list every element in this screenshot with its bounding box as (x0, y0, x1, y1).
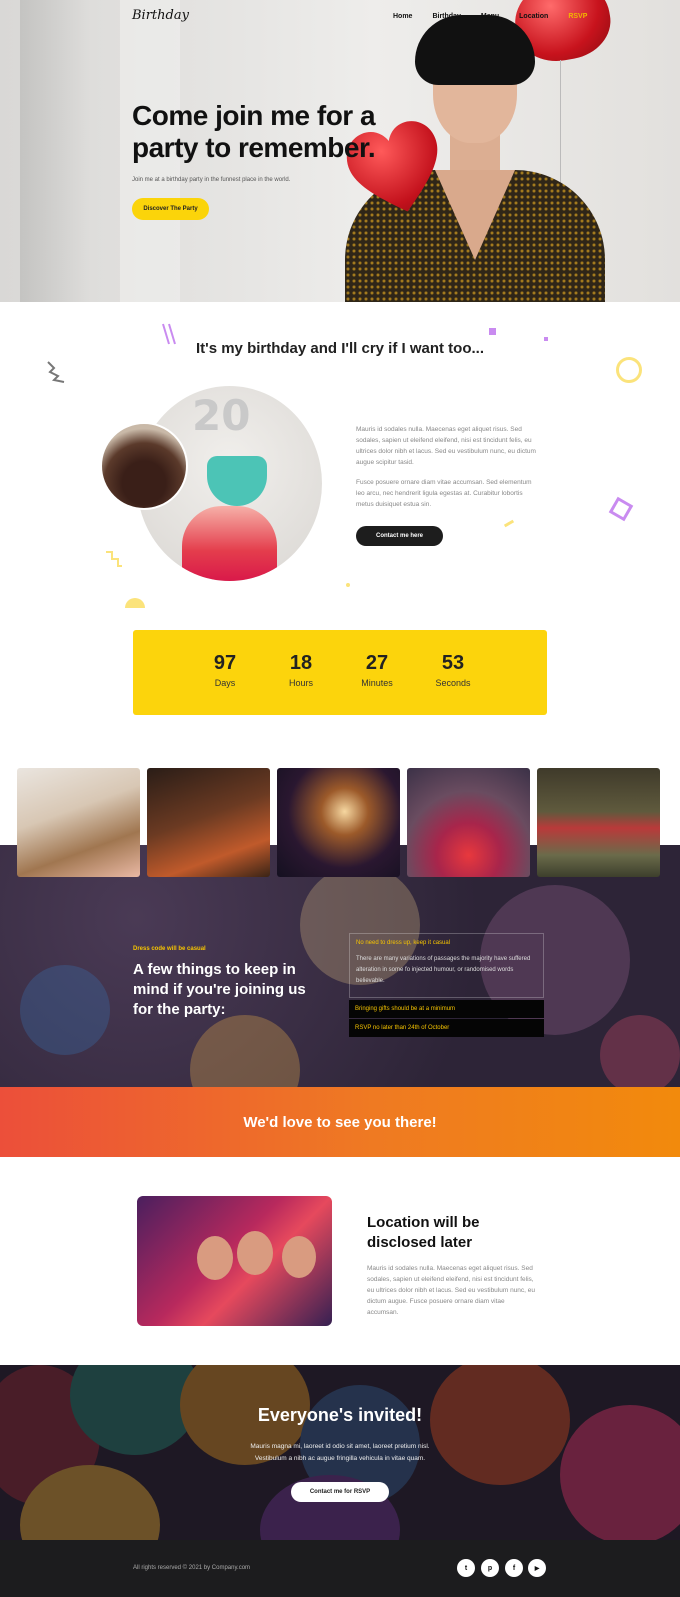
page: Birthday Home Birthday Menu Location RSV… (0, 0, 680, 1597)
countdown-label: Days (214, 678, 236, 688)
countdown-value: 18 (289, 652, 313, 674)
photo-dress-skirt (182, 506, 277, 581)
confetti-zigzag-icon (106, 551, 122, 567)
countdown-minutes: 27 Minutes (347, 652, 407, 688)
gallery-photo-sparkler-hand[interactable] (147, 768, 270, 877)
main-nav: Home Birthday Menu Location RSVP (393, 13, 607, 20)
footer: All rights reserved © 2021 by Company.co… (0, 1540, 680, 1597)
accordion-body: There are many variations of passages th… (356, 956, 531, 984)
things-section (0, 845, 680, 1087)
intro-paragraph-1: Mauris id sodales nulla. Maecenas eget a… (356, 426, 536, 466)
rsvp-button[interactable]: Contact me for RSVP (291, 1482, 389, 1502)
confetti-ring (616, 357, 642, 383)
invited-title: Everyone's invited! (257, 1405, 423, 1425)
countdown-label: Hours (288, 678, 313, 688)
nav-home[interactable]: Home (393, 13, 412, 20)
countdown-label: Seconds (435, 678, 471, 688)
nav-rsvp[interactable]: RSVP (568, 13, 587, 20)
confetti-diamond (608, 496, 634, 522)
accordion-title: No need to dress up, keep it casual (356, 940, 451, 946)
countdown-hours: 18 Hours (271, 652, 331, 688)
hero-section: Birthday Home Birthday Menu Location RSV… (0, 0, 680, 302)
copyright: All rights reserved © 2021 by Company.co… (133, 1565, 251, 1571)
confetti-dot (544, 337, 548, 341)
photo-face (237, 1231, 273, 1275)
countdown-label: Minutes (361, 678, 393, 688)
nav-menu[interactable]: Menu (481, 13, 499, 20)
discover-party-button[interactable]: Discover The Party (132, 198, 209, 220)
photo-gallery (17, 768, 660, 877)
photo-dress-top (207, 456, 267, 506)
location-body: Mauris id sodales nulla. Maecenas eget a… (367, 1265, 536, 1316)
facebook-icon[interactable]: f (505, 1559, 523, 1577)
accordion-item-rsvp-deadline[interactable]: RSVP no later than 24th of October (349, 1019, 544, 1037)
nav-birthday[interactable]: Birthday (432, 13, 460, 20)
window-shadow (20, 0, 90, 302)
accordion-item-gifts[interactable]: Bringing gifts should be at a minimum (349, 1000, 544, 1018)
hero-subtitle: Join me at a birthday party in the funne… (132, 177, 291, 183)
gallery-photo-sparklers[interactable] (277, 768, 400, 877)
confetti-half-circle (125, 598, 145, 608)
photo-face (282, 1236, 316, 1278)
party-friends-photo (137, 1196, 332, 1326)
invited-body: Mauris magna mi, laoreet id odio sit ame… (250, 1443, 430, 1462)
countdown-days: 97 Days (195, 652, 255, 688)
woman-hair (415, 15, 535, 85)
youtube-icon[interactable]: ▶ (528, 1559, 546, 1577)
number-balloons: 20 (192, 391, 251, 440)
intro-paragraph-2: Fusce posuere ornare diam vitae accumsan… (356, 479, 532, 508)
logo[interactable]: Birthday (132, 8, 189, 23)
countdown-value: 97 (213, 652, 237, 674)
gallery-photo-happy-birthday-banner[interactable] (537, 768, 660, 877)
pinterest-icon[interactable]: p (481, 1559, 499, 1577)
accordion-item-dress-code[interactable]: No need to dress up, keep it casual Ther… (349, 933, 544, 998)
countdown-box: 97 Days 18 Hours 27 Minutes 53 Seconds (133, 630, 547, 715)
countdown-seconds: 53 Seconds (423, 652, 483, 688)
cake-photo (100, 422, 188, 510)
gallery-photo-cake[interactable] (17, 768, 140, 877)
contact-me-button[interactable]: Contact me here (356, 526, 443, 546)
twitter-icon[interactable]: t (457, 1559, 475, 1577)
nav-location[interactable]: Location (519, 13, 548, 20)
photo-face (197, 1236, 233, 1280)
see-you-banner: We'd love to see you there! (0, 1087, 680, 1157)
confetti-dot-yellow (346, 583, 350, 587)
banner-title: We'd love to see you there! (243, 1113, 437, 1131)
location-title: Location will be disclosed later (367, 1214, 480, 1251)
hero-title: Come join me for a party to remember. (132, 100, 376, 163)
bg-cup (190, 1015, 300, 1087)
bg-decoration (600, 1015, 680, 1087)
confetti-dash (503, 519, 515, 528)
confetti-squiggle-icon (47, 361, 65, 383)
things-eyebrow: Dress code will be casual (133, 946, 206, 952)
gallery-photo-girl-candles[interactable] (407, 768, 530, 877)
things-title: A few things to keep in mind if you're j… (133, 961, 306, 1018)
confetti-lines-icon (162, 323, 176, 345)
countdown-value: 27 (365, 652, 389, 674)
countdown-value: 53 (441, 652, 465, 674)
confetti-square (489, 328, 496, 335)
bg-party-hat (20, 965, 110, 1055)
intro-title: It's my birthday and I'll cry if I want … (195, 340, 484, 357)
